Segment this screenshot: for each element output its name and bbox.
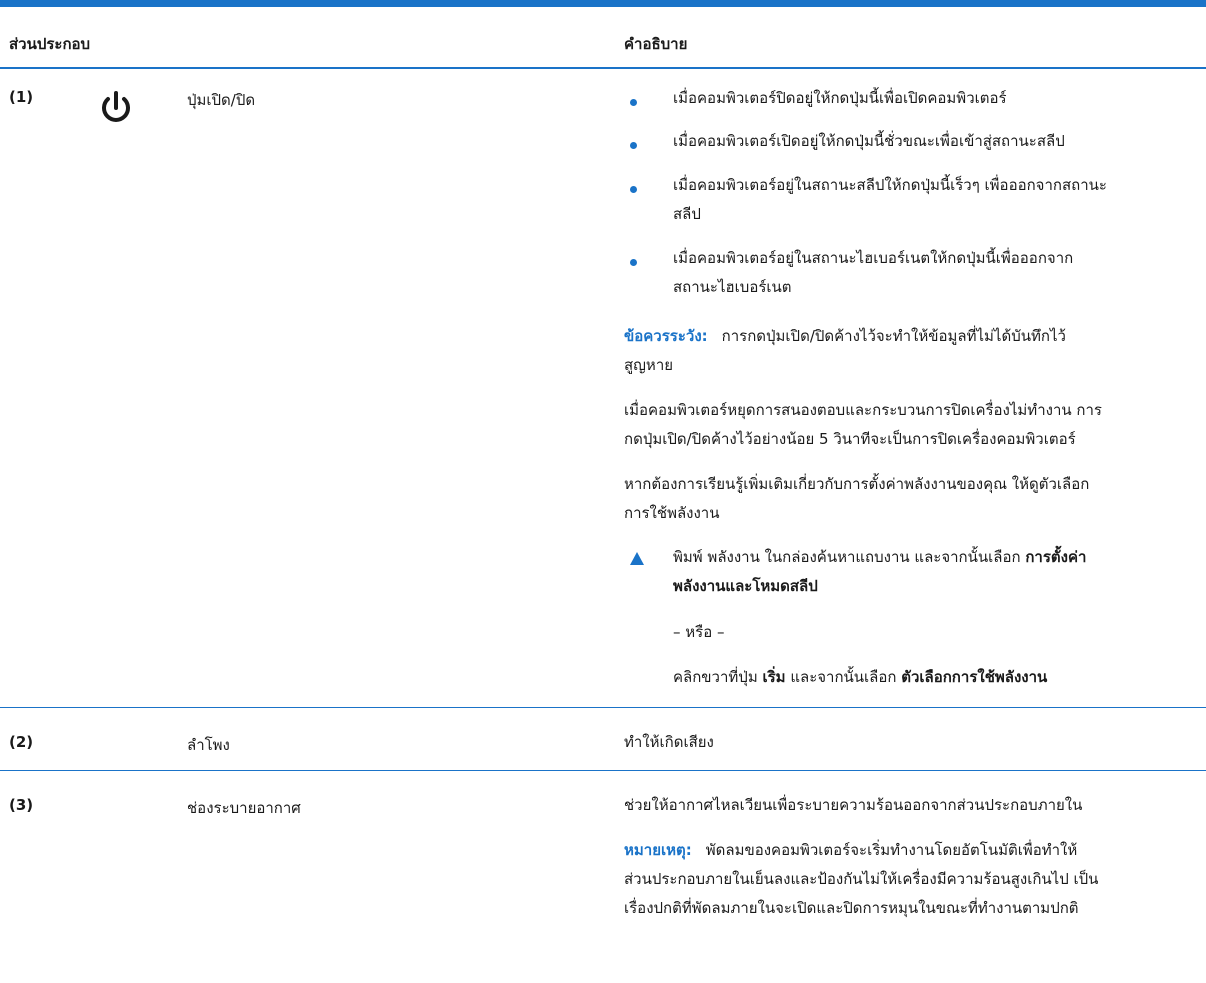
row-1-number: (1) xyxy=(9,88,34,106)
alt-text-2: และจากนั้นเลือก xyxy=(785,668,902,686)
caution-line-2: สูญหาย xyxy=(624,356,674,374)
row-divider xyxy=(0,770,1206,771)
row-divider xyxy=(0,707,1206,708)
step-line-1: พิมพ์ พลังงาน ในกล่องค้นหาแถบงาน และจากน… xyxy=(673,543,1086,572)
note-line-1: หมายเหตุ: พัดลมของคอมพิวเตอร์จะเริ่มทำงาน… xyxy=(624,836,1077,865)
row-2-number: (2) xyxy=(9,733,34,751)
bullet-icon xyxy=(630,99,637,106)
row-1-para-1-line-2: กดปุ่มเปิด/ปิดค้างไว้อย่างน้อย 5 วินาทีจ… xyxy=(624,430,1076,448)
step-text-1: พิมพ์ พลังงาน ในกล่องค้นหาแถบงาน และจากน… xyxy=(673,548,1026,566)
row-1-bullet-1: เมื่อคอมพิวเตอร์ปิดอยู่ให้กดปุ่มนี้เพื่อ… xyxy=(673,89,1007,107)
row-3-description: ช่วยให้อากาศไหลเวียนเพื่อระบายความร้อนออ… xyxy=(624,796,1083,814)
caution-text-1: การกดปุ่มเปิด/ปิดค้างไว้จะทำให้ข้อมูลที่… xyxy=(721,327,1066,345)
row-1-para-2-line-1: หากต้องการเรียนรู้เพิ่มเติมเกี่ยวกับการต… xyxy=(624,475,1090,493)
triangle-step-icon xyxy=(630,552,644,565)
row-1-bullet-4-line-2: สถานะไฮเบอร์เนต xyxy=(673,278,792,296)
row-1-bullet-3-line-1: เมื่อคอมพิวเตอร์อยู่ในสถานะสลีปให้กดปุ่ม… xyxy=(673,176,1107,194)
bullet-icon xyxy=(630,186,637,193)
alt-text-1: คลิกขวาที่ปุ่ม xyxy=(673,668,763,686)
header-component: ส่วนประกอบ xyxy=(9,35,91,53)
row-3-number: (3) xyxy=(9,796,34,814)
caution-line-1: ข้อควรระวัง: การกดปุ่มเปิด/ปิดค้างไว้จะทำ… xyxy=(624,322,1066,351)
row-1-bullet-2: เมื่อคอมพิวเตอร์เปิดอยู่ให้กดปุ่มนี้ชั่ว… xyxy=(673,132,1065,150)
bullet-icon xyxy=(630,142,637,149)
top-rule xyxy=(0,0,1206,7)
caution-label: ข้อควรระวัง: xyxy=(624,327,708,345)
or-text: – หรือ – xyxy=(673,623,725,641)
power-icon xyxy=(102,91,130,122)
note-label: หมายเหตุ: xyxy=(624,841,692,859)
bullet-icon xyxy=(630,259,637,266)
note-line-2: ส่วนประกอบภายในเย็นลงและป้องกันไม่ให้เคร… xyxy=(624,870,1099,888)
alt-bold-2: ตัวเลือกการใช้พลังงาน xyxy=(901,668,1048,686)
alt-step-line: คลิกขวาที่ปุ่ม เริ่ม และจากนั้นเลือก ตัว… xyxy=(673,663,1047,692)
row-1-bullet-3-line-2: สลีป xyxy=(673,205,701,223)
alt-bold-1: เริ่ม xyxy=(762,668,786,686)
row-2-name: ลำโพง xyxy=(187,736,230,754)
header-rule xyxy=(0,67,1206,69)
row-1-bullet-4-line-1: เมื่อคอมพิวเตอร์อยู่ในสถานะไฮเบอร์เนตให้… xyxy=(673,249,1074,267)
step-bold-1: การตั้งค่า xyxy=(1025,548,1087,566)
note-line-3: เรื่องปกติที่พัดลมภายในจะเปิดและปิดการหม… xyxy=(624,899,1079,917)
row-1-para-1-line-1: เมื่อคอมพิวเตอร์หยุดการสนองตอบและกระบวนก… xyxy=(624,401,1102,419)
header-description: คำอธิบาย xyxy=(624,35,688,53)
row-1-para-2-line-2: การใช้พลังงาน xyxy=(624,504,720,522)
note-text-1: พัดลมของคอมพิวเตอร์จะเริ่มทำงานโดยอัตโนม… xyxy=(705,841,1078,859)
row-3-name: ช่องระบายอากาศ xyxy=(187,799,301,817)
row-1-name: ปุ่มเปิด/ปิด xyxy=(187,91,256,109)
row-2-description: ทำให้เกิดเสียง xyxy=(624,733,714,751)
step-line-2: พลังงานและโหมดสลีป xyxy=(673,577,818,595)
